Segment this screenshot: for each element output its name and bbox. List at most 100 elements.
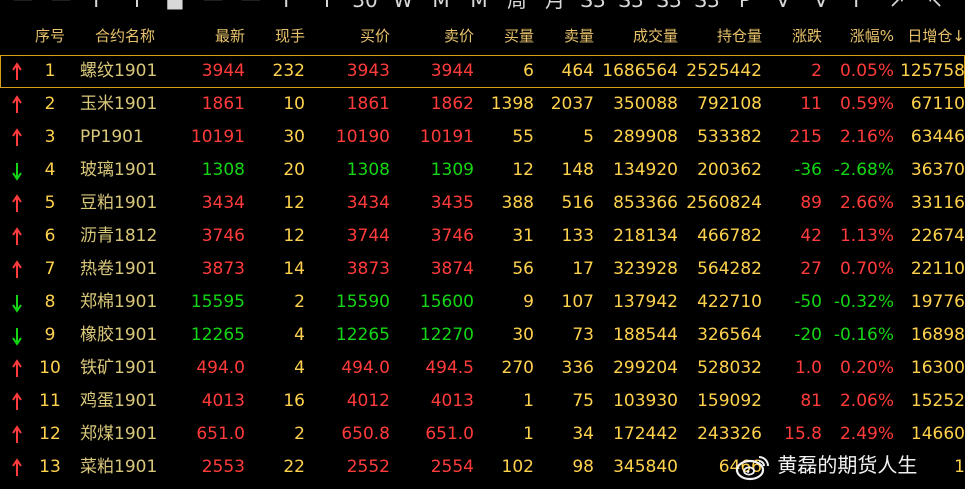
toolbar-button-8[interactable]: F xyxy=(274,0,304,10)
table-row[interactable]: 6 沥青1812 3746 12 3744 3746 31 133 218134 466782 42… xyxy=(0,220,965,253)
cell-volume: 289908 xyxy=(613,127,678,147)
table-row[interactable]: 3 PP1901 10191 30 10190 10191 55 5 289908 533382 2… xyxy=(0,121,965,154)
toolbar-button-5[interactable]: ■ xyxy=(160,0,190,10)
table-row[interactable]: 9 橡胶1901 12265 4 12265 12270 30 73 188544 326564 -… xyxy=(0,319,965,352)
cell-bid-vol: 6 xyxy=(523,61,534,81)
toolbar-button-4[interactable]: Y xyxy=(122,0,152,10)
cell-ask-vol: 98 xyxy=(572,457,594,477)
cell-volume: 137942 xyxy=(613,292,678,312)
cell-last: 494.0 xyxy=(196,358,245,378)
cell-bid: 3873 xyxy=(346,259,390,279)
arrow-up-icon xyxy=(12,458,22,476)
column-header-2[interactable]: 合约名称 xyxy=(80,20,170,52)
arrow-up-icon xyxy=(12,95,22,113)
cell-ask: 10191 xyxy=(419,127,474,147)
cell-vol-hand: 2 xyxy=(294,292,305,312)
cell-chg-pct: 1.13% xyxy=(839,226,894,246)
cell-ask: 3944 xyxy=(430,61,474,81)
toolbar-button-9[interactable]: Y xyxy=(312,0,342,10)
cell-bid: 650.8 xyxy=(341,424,390,444)
column-header-6[interactable]: 卖价 xyxy=(390,20,474,52)
toolbar-button-14[interactable]: 周 xyxy=(502,0,532,10)
cell-chg-pct: 2.16% xyxy=(839,127,894,147)
toolbar-button-7[interactable]: 一 xyxy=(236,0,266,10)
cell-ask-vol: 73 xyxy=(572,325,594,345)
cell-chg-pct: 2.66% xyxy=(839,193,894,213)
table-row[interactable]: 2 玉米1901 1861 10 1861 1862 1398 2037 350088 79210… xyxy=(0,88,965,121)
table-row[interactable]: 10 铁矿1901 494.0 4 494.0 494.5 270 336 299204 5280… xyxy=(0,352,965,385)
table-row[interactable]: 7 热卷1901 3873 14 3873 3874 56 17 323928 564282 27 0… xyxy=(0,253,965,286)
arrow-up-icon xyxy=(12,194,22,212)
cell-oi: 200362 xyxy=(697,160,762,180)
toolbar-button-18[interactable]: S3 xyxy=(654,0,684,10)
table-row[interactable]: 11 鸡蛋1901 4013 16 4012 4013 1 75 103930 159092 81 2… xyxy=(0,385,965,418)
cell-oi: 466782 xyxy=(697,226,762,246)
cell-last: 1308 xyxy=(201,160,245,180)
cell-last: 12265 xyxy=(190,325,245,345)
cell-vol-hand: 14 xyxy=(283,259,305,279)
arrow-down-icon xyxy=(12,328,22,346)
cell-oi-chg: 22110 xyxy=(910,259,965,279)
column-header-8[interactable]: 卖量 xyxy=(534,20,594,52)
toolbar-button-20[interactable]: P xyxy=(730,0,760,10)
cell-oi: 564282 xyxy=(697,259,762,279)
toolbar-button-16[interactable]: S3 xyxy=(578,0,608,10)
table-row[interactable]: 5 豆粕1901 3434 12 3434 3435 388 516 853366 2560824… xyxy=(0,187,965,220)
cell-bid-vol: 1398 xyxy=(490,94,534,114)
toolbar-button-12[interactable]: M xyxy=(426,0,456,10)
cell-ask-vol: 336 xyxy=(561,358,594,378)
toolbar-button-25[interactable]: ↖ xyxy=(920,0,950,10)
cell-bid-vol: 55 xyxy=(512,127,534,147)
column-header-11[interactable]: 涨跌 xyxy=(762,20,822,52)
cell-last: 4013 xyxy=(201,391,245,411)
table-row[interactable]: 1 螺纹1901 3944 232 3943 3944 6 464 1686564 2525442… xyxy=(0,55,965,88)
arrow-down-icon xyxy=(12,295,22,313)
toolbar-button-21[interactable]: V xyxy=(768,0,798,10)
toolbar-button-13[interactable]: M xyxy=(464,0,494,10)
cell-chg: 215 xyxy=(789,127,822,147)
cell-name: 热卷1901 xyxy=(80,259,158,279)
cell-oi-chg: 16898 xyxy=(910,325,965,345)
toolbar-button-19[interactable]: S3 xyxy=(692,0,722,10)
column-header-10[interactable]: 持仓量 xyxy=(678,20,762,52)
cell-oi-chg: 22674 xyxy=(910,226,965,246)
toolbar-button-11[interactable]: W xyxy=(388,0,418,10)
cell-ask: 3746 xyxy=(430,226,474,246)
cell-last: 3746 xyxy=(201,226,245,246)
column-header-12[interactable]: 涨幅% xyxy=(822,20,894,52)
cell-oi-chg: 14660 xyxy=(910,424,965,444)
column-header-9[interactable]: 成交量 xyxy=(594,20,678,52)
table-row[interactable]: 8 郑棉1901 15595 2 15590 15600 9 107 137942 422710 -… xyxy=(0,286,965,319)
toolbar-button-23[interactable]: F xyxy=(844,0,874,10)
table-row[interactable]: 4 玻璃1901 1308 20 1308 1309 12 148 134920 200362 -3… xyxy=(0,154,965,187)
toolbar-button-6[interactable]: 一 xyxy=(198,0,228,10)
arrow-up-icon xyxy=(12,62,22,80)
column-header-4[interactable]: 现手 xyxy=(245,20,305,52)
cell-oi-chg: 16300 xyxy=(910,358,965,378)
cell-volume: 345840 xyxy=(613,457,678,477)
toolbar-button-10[interactable]: 30 xyxy=(350,0,380,10)
cell-bid: 4012 xyxy=(346,391,390,411)
toolbar-button-22[interactable]: V xyxy=(806,0,836,10)
cell-vol-hand: 16 xyxy=(283,391,305,411)
cell-last: 2553 xyxy=(201,457,245,477)
cell-last: 10191 xyxy=(190,127,245,147)
column-header-3[interactable]: 最新 xyxy=(180,20,245,52)
toolbar-button-2[interactable]: 一 xyxy=(46,0,76,10)
cell-bid: 3434 xyxy=(346,193,390,213)
cell-ask: 3874 xyxy=(430,259,474,279)
toolbar-button-3[interactable]: F xyxy=(84,0,114,10)
column-header-1[interactable]: 序号 xyxy=(28,20,72,52)
column-header-5[interactable]: 买价 xyxy=(305,20,390,52)
toolbar-button-1[interactable]: 一 xyxy=(8,0,38,10)
cell-oi-chg: 36370 xyxy=(910,160,965,180)
column-header-13[interactable]: 日增仓↓ xyxy=(894,20,965,52)
column-header-7[interactable]: 买量 xyxy=(474,20,534,52)
cell-seq: 5 xyxy=(44,193,56,213)
toolbar-button-24[interactable]: ↗ xyxy=(882,0,912,10)
toolbar-button-15[interactable]: 月 xyxy=(540,0,570,10)
cell-last: 651.0 xyxy=(196,424,245,444)
table-row[interactable]: 12 郑煤1901 651.0 2 650.8 651.0 1 34 172442 243326 1… xyxy=(0,418,965,451)
cell-oi: 528032 xyxy=(697,358,762,378)
toolbar-button-17[interactable]: S3 xyxy=(616,0,646,10)
